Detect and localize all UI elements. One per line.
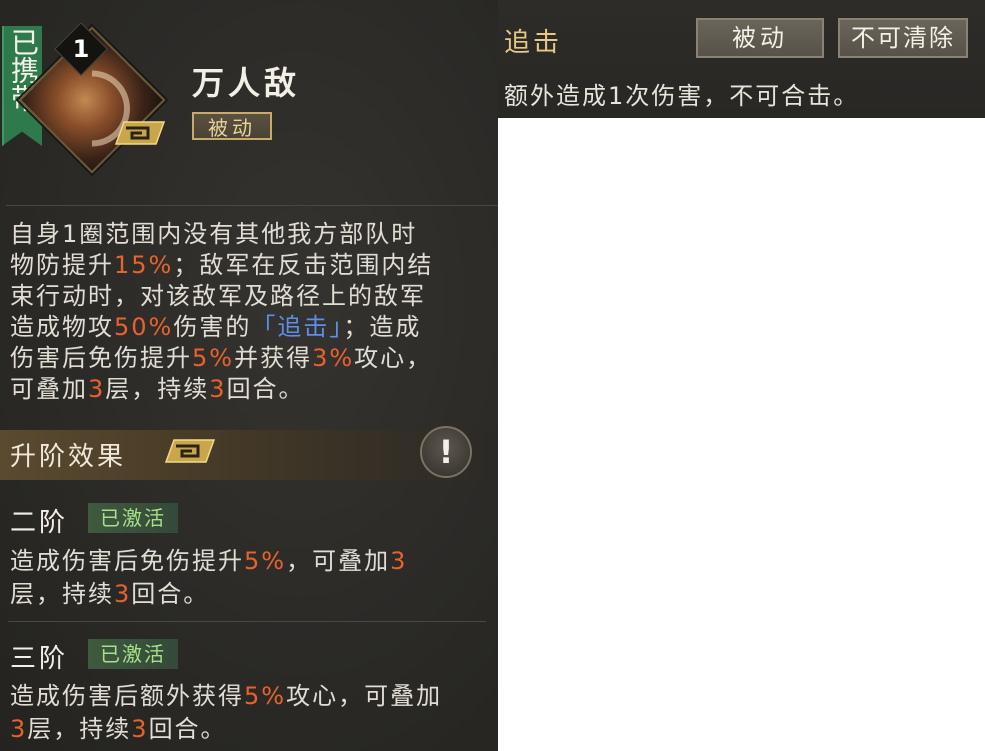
tier-2-status: 已激活 bbox=[88, 503, 178, 533]
text-segment: 攻心， bbox=[354, 344, 433, 372]
highlight-number: 3 bbox=[88, 375, 106, 403]
pursuit-keyword-link[interactable]: 「追击」 bbox=[251, 313, 343, 341]
pursuit-description: 额外造成1次伤害，不可合击。 bbox=[504, 82, 860, 110]
highlight-number: 3% bbox=[312, 344, 355, 372]
text-segment: 自身1圈范围内没有其他我方部队时 bbox=[10, 220, 418, 248]
upgrade-grade-icon bbox=[164, 439, 216, 463]
text-segment: 层，持续 bbox=[10, 580, 114, 608]
exclamation-icon: ! bbox=[438, 433, 454, 471]
skill-level: 1 bbox=[72, 35, 90, 63]
upgrade-title: 升阶效果 bbox=[10, 442, 127, 472]
text-segment: 层，持续 bbox=[27, 715, 132, 743]
skill-type-tag: 被动 bbox=[192, 112, 272, 140]
text-segment: 可叠加 bbox=[10, 375, 88, 403]
tier-3-title: 三阶 bbox=[10, 644, 69, 674]
text-line: 造成伤害后免伤提升5%，可叠加3 bbox=[10, 545, 492, 578]
text-line: 造成伤害后额外获得5%攻心，可叠加 bbox=[10, 680, 492, 713]
text-segment: 回合。 bbox=[148, 715, 227, 743]
text-segment: 物防提升 bbox=[10, 251, 114, 279]
text-line: 层，持续3回合。 bbox=[10, 578, 492, 611]
text-segment: 层，持续 bbox=[105, 375, 210, 403]
text-segment: 回合。 bbox=[226, 375, 305, 403]
text-line: 可叠加3层，持续3回合。 bbox=[10, 374, 492, 405]
text-segment: ；敌军在反击范围内结 bbox=[173, 251, 434, 279]
divider bbox=[8, 621, 486, 622]
text-line: 造成物攻50%伤害的「追击」；造成 bbox=[10, 312, 492, 343]
skill-name: 万人敌 bbox=[192, 64, 301, 102]
text-line: 束行动时，对该敌军及路径上的敌军 bbox=[10, 281, 492, 312]
text-segment: 束行动时，对该敌军及路径上的敌军 bbox=[10, 282, 426, 310]
text-segment: 造成物攻 bbox=[10, 313, 114, 341]
highlight-number: 50% bbox=[114, 313, 174, 341]
text-segment: ；造成 bbox=[343, 313, 422, 341]
text-segment: 造成伤害后免伤提升 bbox=[10, 547, 244, 575]
text-segment: 伤害后免伤提升 bbox=[10, 344, 192, 372]
text-segment: 造成伤害后额外获得 bbox=[10, 682, 244, 710]
info-button[interactable]: ! bbox=[420, 426, 472, 478]
text-segment: 回合。 bbox=[131, 580, 210, 608]
tier-2-title: 二阶 bbox=[10, 508, 69, 538]
highlight-number: 3 bbox=[131, 715, 149, 743]
text-line: 物防提升15%；敌军在反击范围内结 bbox=[10, 250, 492, 281]
pursuit-uncleansable-tag: 不可清除 bbox=[838, 18, 968, 58]
divider bbox=[6, 205, 498, 206]
text-line: 3层，持续3回合。 bbox=[10, 713, 492, 746]
highlight-number: 15% bbox=[114, 251, 174, 279]
pursuit-title: 追击 bbox=[504, 28, 563, 58]
tier-2-description: 造成伤害后免伤提升5%，可叠加3 层，持续3回合。 bbox=[10, 545, 492, 611]
text-segment: 攻心，可叠加 bbox=[286, 682, 443, 710]
pursuit-tooltip: 追击 被动 不可清除 额外造成1次伤害，不可合击。 bbox=[498, 0, 985, 118]
text-segment: 并获得 bbox=[234, 344, 313, 372]
highlight-number: 5% bbox=[244, 682, 287, 710]
grade-mark-icon bbox=[114, 121, 166, 145]
tier-3-description: 造成伤害后额外获得5%攻心，可叠加 3层，持续3回合。 bbox=[10, 680, 492, 746]
text-segment: 伤害的 bbox=[173, 313, 252, 341]
highlight-number: 3 bbox=[209, 375, 227, 403]
highlight-number: 5% bbox=[244, 547, 287, 575]
highlight-number: 3 bbox=[10, 715, 28, 743]
highlight-number: 5% bbox=[192, 344, 235, 372]
skill-detail-panel: 已携带 1 万人敌 被动 自身1圈范围内没有其他我方部队时 物防提升15%；敌军在… bbox=[0, 0, 498, 751]
text-line: 自身1圈范围内没有其他我方部队时 bbox=[10, 219, 492, 250]
text-segment: ，可叠加 bbox=[286, 547, 391, 575]
highlight-number: 3 bbox=[390, 547, 408, 575]
skill-description: 自身1圈范围内没有其他我方部队时 物防提升15%；敌军在反击范围内结 束行动时，对该… bbox=[10, 219, 492, 405]
tier-3-status: 已激活 bbox=[88, 639, 178, 669]
pursuit-passive-tag: 被动 bbox=[696, 18, 824, 58]
highlight-number: 3 bbox=[114, 580, 132, 608]
text-line: 伤害后免伤提升5%并获得3%攻心， bbox=[10, 343, 492, 374]
